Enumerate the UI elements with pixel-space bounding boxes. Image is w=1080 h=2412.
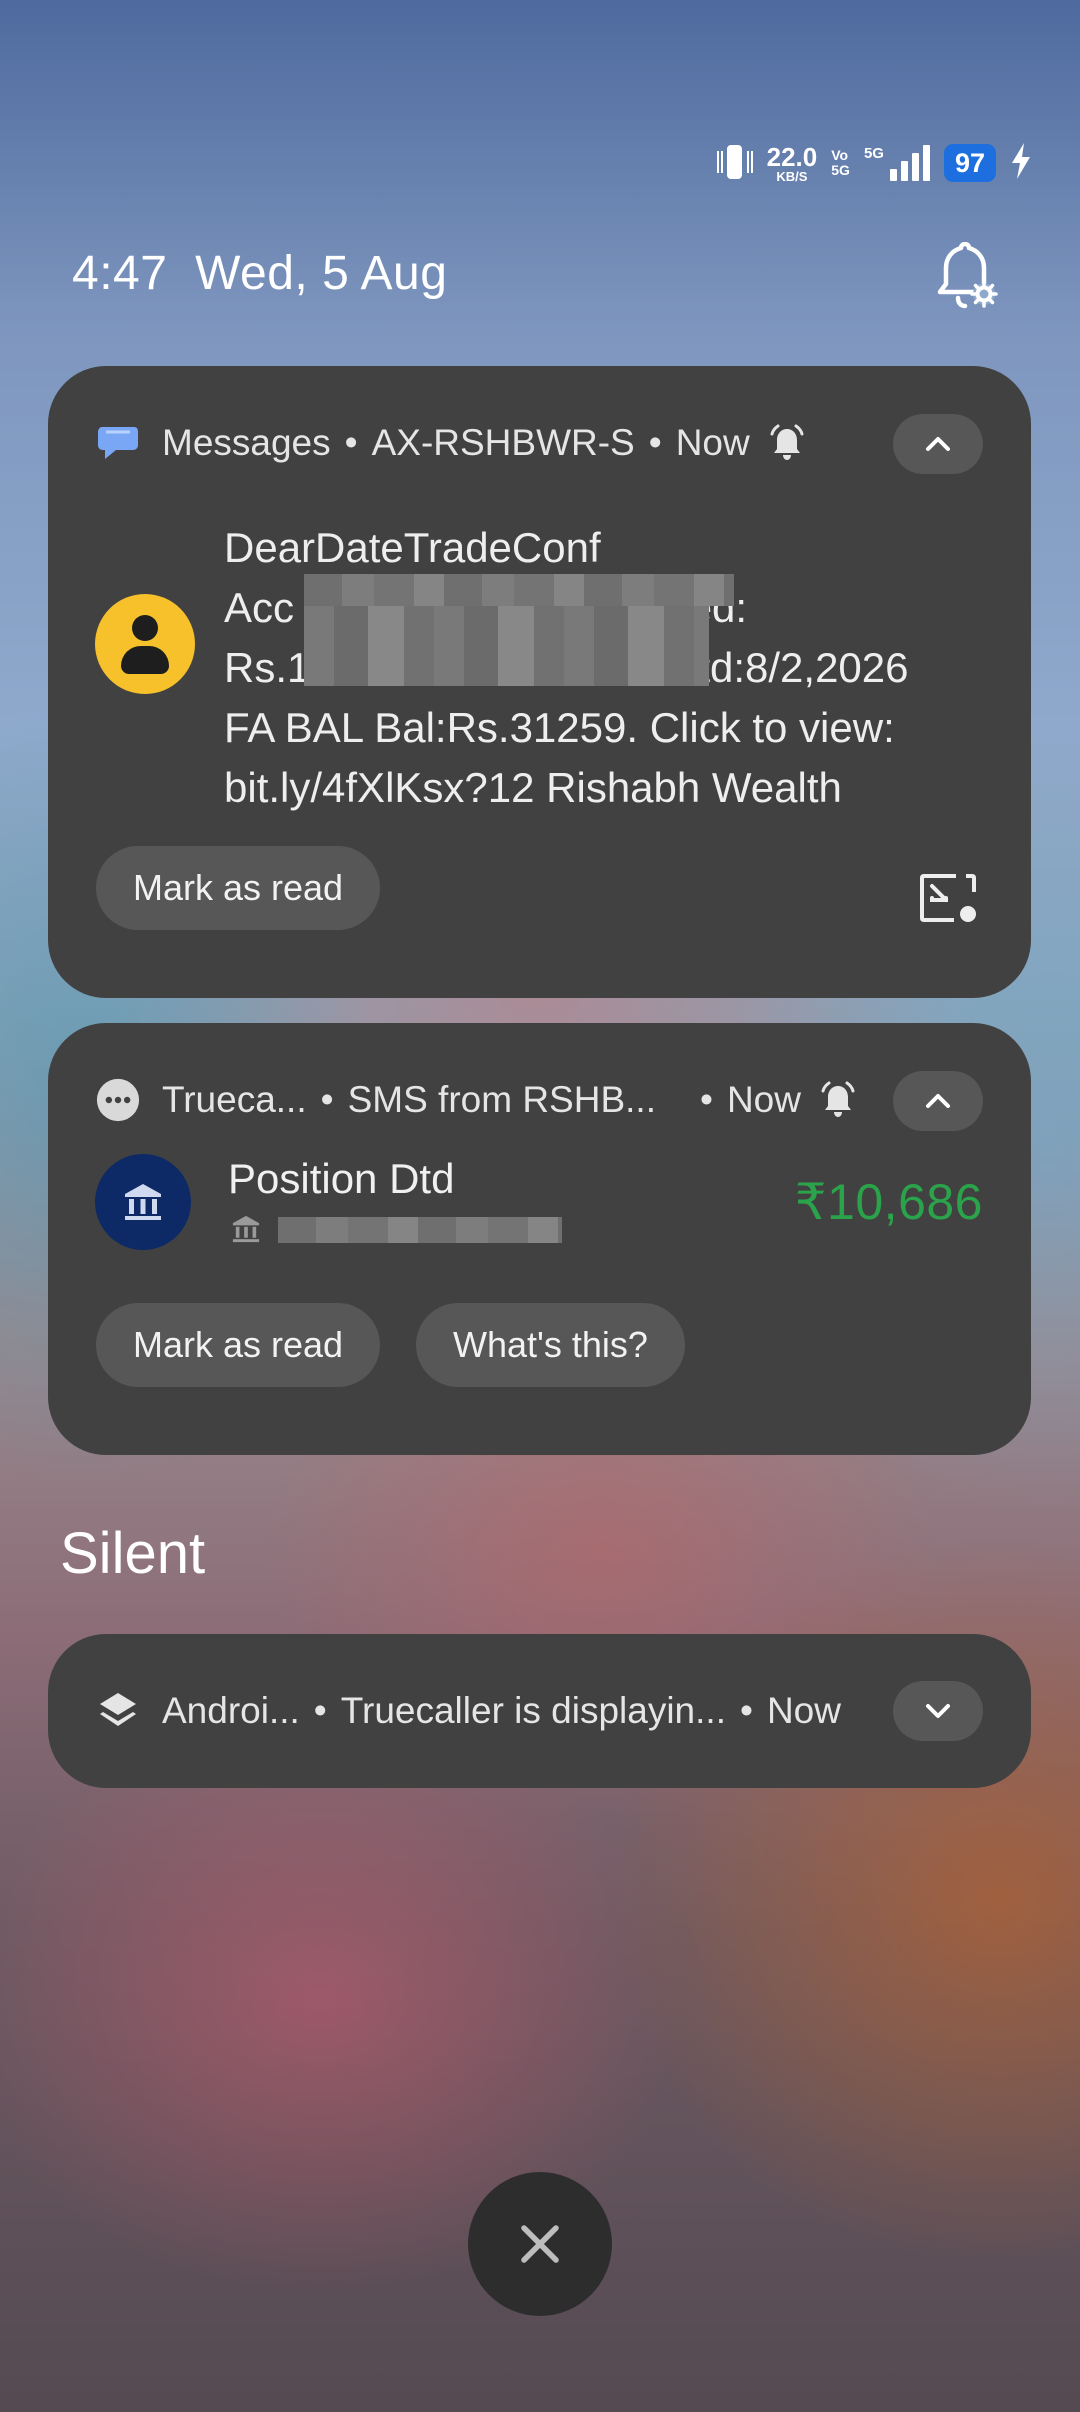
network-speed: 22.0 KB/S: [766, 141, 818, 184]
bank-small-icon: [230, 1213, 262, 1250]
vibrate-icon: [716, 143, 753, 183]
chevron-up-icon: [926, 437, 950, 451]
mark-as-read-button[interactable]: Mark as read: [96, 846, 381, 930]
bank-icon: [95, 1154, 191, 1250]
alert-bell-icon: [768, 424, 806, 462]
whats-this-button[interactable]: What's this?: [416, 1303, 685, 1387]
collapse-button[interactable]: [893, 1071, 983, 1131]
notification-truecaller[interactable]: Trueca... • SMS from RSHB... • Now Posit…: [48, 1023, 1031, 1455]
redacted-text: [304, 606, 709, 686]
volte-indicator: Vo 5G: [831, 147, 850, 178]
time-label: Now: [726, 1079, 801, 1120]
close-icon: [521, 2225, 559, 2263]
clock: 4:47: [72, 247, 168, 300]
time-label: Now: [675, 422, 750, 463]
clear-all-button[interactable]: [468, 2172, 612, 2316]
collapse-button[interactable]: [893, 414, 983, 474]
chevron-up-icon: [926, 1094, 950, 1108]
notification-text: Truecaller is displayin...: [340, 1690, 726, 1731]
contact-avatar: [95, 594, 195, 694]
notification-android-system[interactable]: Androi... • Truecaller is displayin... •…: [48, 1634, 1031, 1788]
amount: ₹10,686: [794, 1174, 983, 1230]
notification-header: Messages • AX-RSHBWR-S • Now: [96, 421, 983, 465]
app-name: Trueca...: [162, 1079, 307, 1120]
layers-icon: [96, 1689, 140, 1733]
app-name: Androi...: [162, 1690, 300, 1731]
messages-bubble-icon: [96, 421, 140, 465]
time-label: Now: [766, 1690, 841, 1731]
expand-button[interactable]: [893, 1681, 983, 1741]
charging-bolt-icon: [1010, 142, 1032, 184]
notification-settings-icon[interactable]: [930, 241, 1000, 312]
notification-header: Trueca... • SMS from RSHB... • Now: [96, 1078, 983, 1122]
date: Wed, 5 Aug: [195, 247, 448, 300]
mark-as-read-button[interactable]: Mark as read: [96, 1303, 381, 1387]
app-name: Messages: [162, 422, 331, 463]
expand-bubble-icon[interactable]: [918, 872, 978, 924]
clock-date: 4:47 Wed, 5 Aug: [72, 246, 447, 301]
section-title-silent: Silent: [60, 1521, 206, 1586]
notification-messages[interactable]: Messages • AX-RSHBWR-S • Now DearDateTra…: [48, 366, 1031, 998]
battery-level: 97: [943, 144, 996, 182]
sender: AX-RSHBWR-S: [371, 422, 635, 463]
chevron-down-icon: [926, 1704, 950, 1718]
status-bar: 22.0 KB/S Vo 5G 5G 97: [716, 138, 1032, 188]
redacted-text: [304, 574, 734, 606]
truecaller-more-icon: [96, 1078, 140, 1122]
notification-title: Position Dtd: [228, 1155, 455, 1202]
alert-bell-icon: [819, 1081, 857, 1119]
signal-strength-icon: 5G: [864, 145, 930, 181]
notification-header: Androi... • Truecaller is displayin... •…: [96, 1689, 983, 1733]
redacted-text: [278, 1217, 562, 1243]
sender: SMS from RSHB...: [347, 1079, 656, 1120]
